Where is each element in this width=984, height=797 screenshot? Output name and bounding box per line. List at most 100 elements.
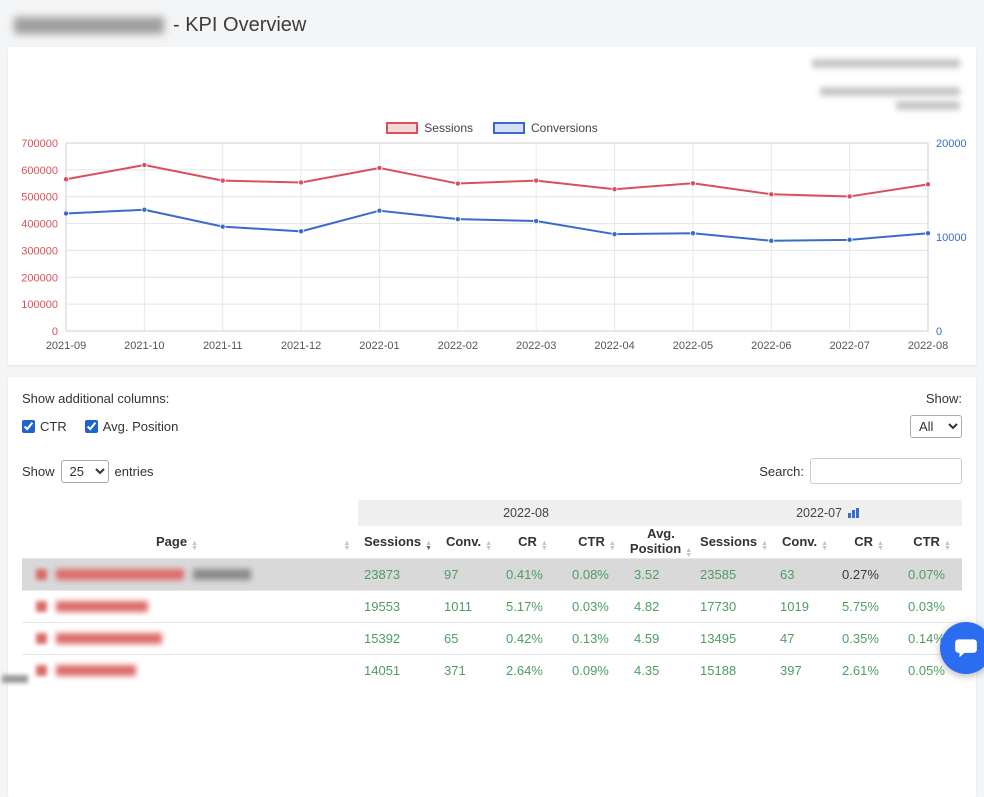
legend-item-conversions[interactable]: Conversions — [493, 121, 598, 135]
svg-text:2022-02: 2022-02 — [438, 340, 478, 352]
entries-select[interactable]: 25 — [60, 459, 109, 483]
column-header-sessions[interactable]: Sessions ▲ ▼ — [694, 526, 774, 559]
page-cell — [22, 590, 332, 623]
metric-value: 23585 — [694, 558, 775, 591]
column-header-label: CR — [854, 533, 873, 549]
metric-value: 4.59 — [628, 622, 695, 655]
metric-value: 397 — [774, 654, 837, 686]
column-header-conv[interactable]: Conv. ▲ ▼ — [438, 526, 500, 559]
column-header-ctr[interactable]: CTR ▲ ▼ — [566, 526, 628, 559]
page-link-redacted[interactable] — [56, 601, 148, 612]
legend-label: Conversions — [531, 121, 598, 135]
spacer-cell — [332, 654, 358, 686]
avg-position-checkbox[interactable] — [84, 420, 98, 433]
search-label: Search: — [759, 463, 804, 479]
site-name-redacted — [14, 17, 164, 34]
chart-info-redacted — [812, 59, 960, 110]
page-header: - KPI Overview — [0, 0, 984, 47]
kpi-table: 2022-08 2022-07 Page ▲ ▼ ▲ ▼ Sessions ▲ ▼ Conv. ▲ ▼ C… — [22, 500, 963, 686]
page-link-redacted[interactable] — [56, 569, 184, 580]
page-extra-redacted — [193, 569, 251, 580]
row-index-redacted — [36, 633, 47, 644]
show-filter-select[interactable]: All — [910, 415, 962, 438]
column-header-page[interactable]: Page ▲ ▼ — [22, 526, 332, 559]
toggle-avg-position: Avg. Position — [84, 419, 179, 434]
column-header-sessions[interactable]: Sessions ▲ ▼ — [358, 526, 438, 559]
svg-text:2021-11: 2021-11 — [203, 340, 243, 352]
series-conversions — [63, 206, 932, 244]
column-header-label: Sessions — [363, 533, 422, 549]
table-controls-row2: CTR Avg. Position All — [22, 415, 962, 438]
column-header-conv[interactable]: Conv. ▲ ▼ — [774, 526, 836, 559]
svg-text:100000: 100000 — [21, 299, 58, 311]
metric-value: 5.17% — [500, 590, 566, 623]
corner-text-fragment — [2, 675, 28, 683]
sort-arrows-icon: ▲ ▼ — [608, 539, 616, 552]
column-header-spacer[interactable]: ▲ ▼ — [332, 526, 358, 559]
column-header-cr[interactable]: CR ▲ ▼ — [836, 526, 902, 559]
metric-value: 17730 — [694, 590, 775, 623]
legend-item-sessions[interactable]: Sessions — [386, 121, 473, 135]
spacer-cell — [332, 558, 358, 591]
search-input[interactable] — [810, 458, 962, 484]
metric-value: 23873 — [358, 558, 438, 591]
sort-arrows-icon: ▲ ▼ — [943, 539, 951, 552]
page: - KPI Overview Sessions Conversions 0 1000… — [0, 0, 984, 797]
page-link-redacted[interactable] — [56, 665, 136, 676]
metric-value: 2.64% — [500, 654, 566, 686]
metric-value: 0.03% — [902, 590, 963, 623]
table-row[interactable]: 15392 65 0.42% 0.13% 4.59 13495 47 0.35% 0.14% — [22, 622, 963, 655]
metric-value: 3.52 — [628, 558, 695, 591]
svg-text:2022-07: 2022-07 — [829, 340, 869, 352]
metric-value: 0.42% — [500, 622, 566, 655]
sort-arrows-icon: ▲ ▼ — [761, 539, 769, 552]
series-sessions — [63, 162, 932, 200]
metric-value: 19553 — [358, 590, 438, 623]
legend-swatch — [493, 122, 525, 134]
metric-value: 47 — [774, 622, 837, 655]
table-row[interactable]: 14051 371 2.64% 0.09% 4.35 15188 397 2.61% 0.05% — [22, 654, 963, 686]
ctr-checkbox[interactable] — [22, 420, 35, 433]
metric-value: 14051 — [358, 654, 438, 686]
column-group-2022-08: 2022-08 — [358, 500, 695, 526]
column-header-label: CTR — [578, 533, 605, 549]
row-index-redacted — [36, 601, 47, 612]
column-group-2022-07: 2022-07 — [694, 500, 963, 526]
metric-value: 2.61% — [836, 654, 903, 686]
svg-text:2021-09: 2021-09 — [46, 340, 86, 352]
sort-arrows-icon: ▲ ▼ — [540, 539, 548, 552]
chart-info-line — [812, 59, 960, 68]
column-group-row: 2022-08 2022-07 — [22, 500, 963, 526]
chat-widget-button[interactable] — [940, 622, 984, 674]
metric-value: 4.35 — [628, 654, 695, 686]
entries-prefix-label: Show — [22, 463, 55, 479]
table-panel: Show additional columns: Show: CTR Avg. P… — [8, 377, 976, 797]
sort-arrows-icon: ▲ ▼ — [485, 539, 493, 552]
svg-text:500000: 500000 — [21, 192, 58, 204]
metric-value: 15188 — [694, 654, 775, 686]
column-header-ctr[interactable]: CTR ▲ ▼ — [902, 526, 962, 559]
metric-value: 15392 — [358, 622, 438, 655]
metric-value: 65 — [438, 622, 500, 655]
legend-label: Sessions — [424, 121, 473, 135]
sort-arrows-icon: ▲ ▼ — [425, 539, 433, 552]
metric-value: 63 — [774, 558, 837, 591]
metric-value: 0.03% — [566, 590, 628, 623]
show-columns-label: Show additional columns: — [22, 391, 170, 406]
chart-panel: Sessions Conversions 0 100000 200000 300000 4… — [8, 47, 976, 365]
page-link-redacted[interactable] — [56, 633, 162, 644]
column-header-cr[interactable]: CR ▲ ▼ — [500, 526, 566, 559]
toggle-ctr: CTR — [22, 419, 67, 434]
chart-info-line — [820, 87, 960, 96]
metric-value: 0.27% — [836, 558, 903, 591]
metric-value: 0.13% — [566, 622, 628, 655]
column-header-avg-position[interactable]: Avg. Position ▲ ▼ — [628, 526, 694, 559]
column-header-label: CR — [518, 533, 537, 549]
svg-text:400000: 400000 — [21, 219, 58, 231]
toggle-label: Avg. Position — [102, 419, 179, 434]
table-row[interactable]: 19553 1011 5.17% 0.03% 4.82 17730 1019 5.75% 0.0… — [22, 590, 963, 623]
entries-length-control: Show 25 entries — [22, 459, 154, 483]
table-row[interactable]: 23873 97 0.41% 0.08% 3.52 23585 63 0.27% 0.07% — [22, 558, 963, 591]
bar-chart-icon[interactable] — [847, 507, 860, 519]
page-cell — [22, 654, 332, 686]
